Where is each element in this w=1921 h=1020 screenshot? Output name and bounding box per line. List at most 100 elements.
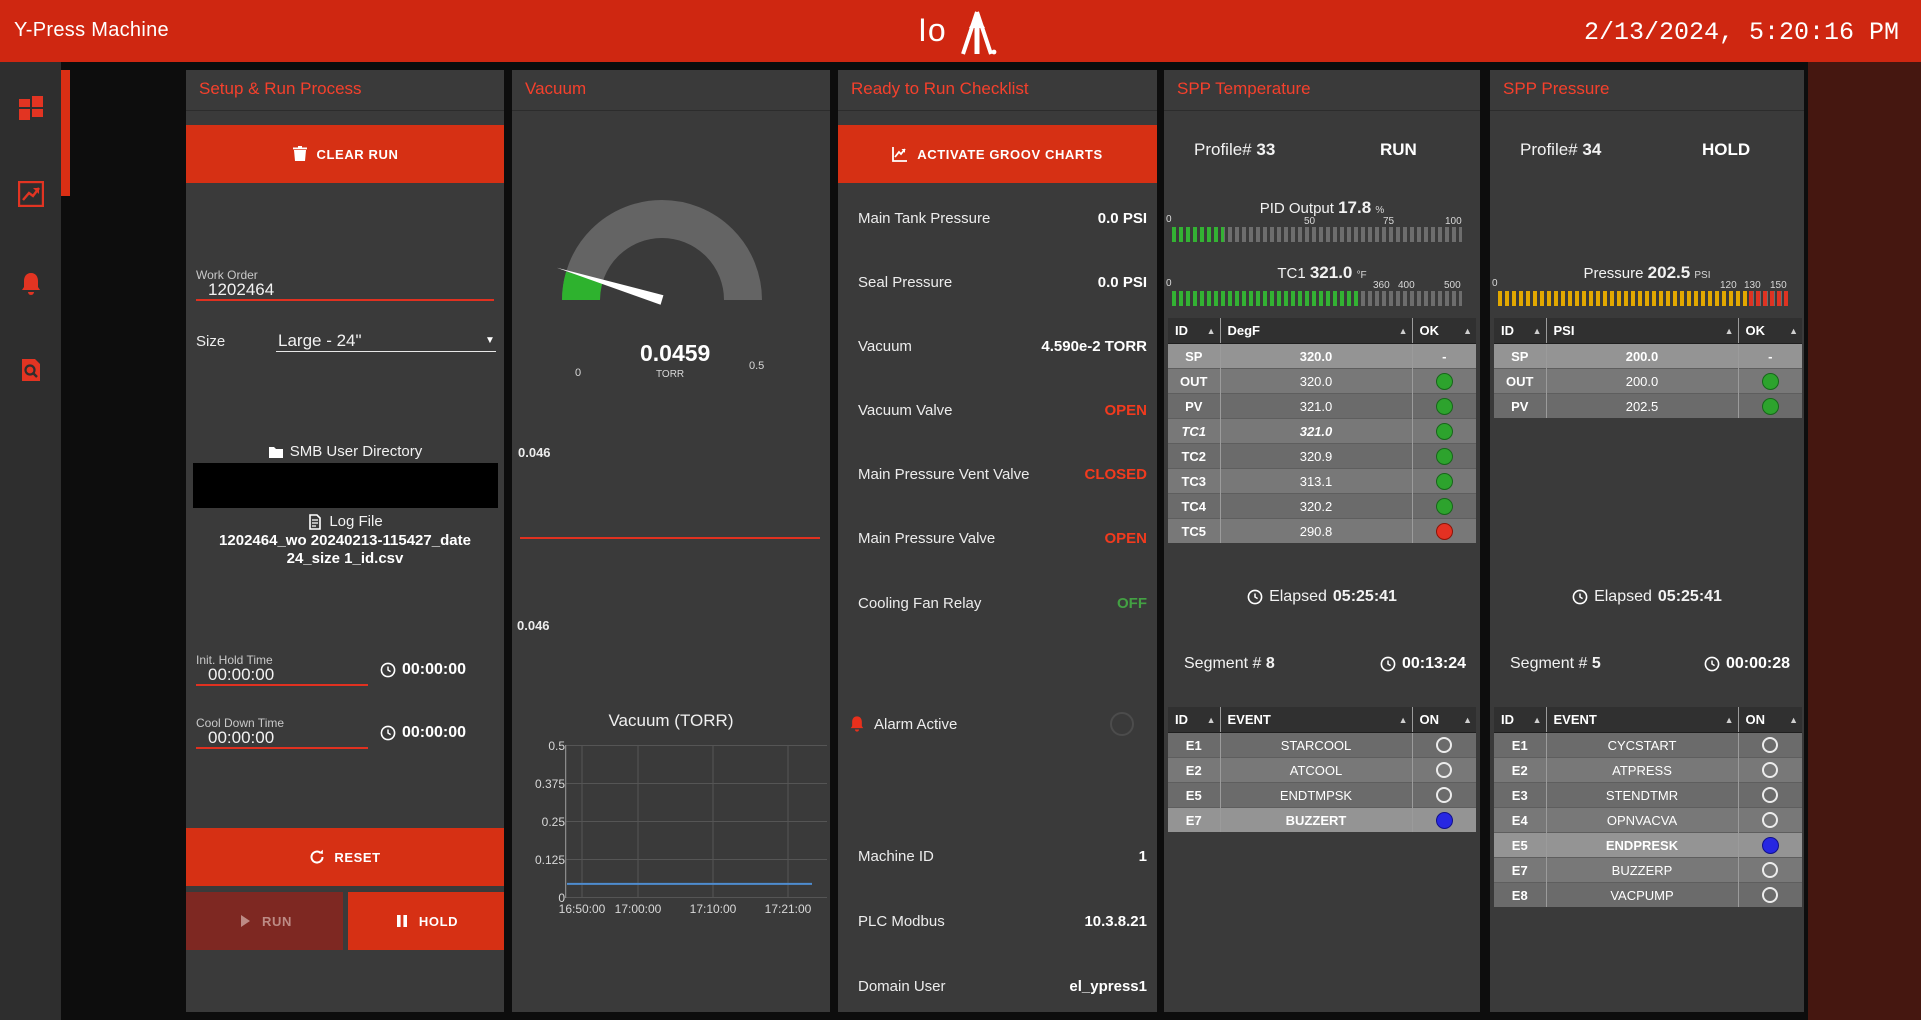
- panel-title: Ready to Run Checklist: [851, 79, 1029, 99]
- alarm-active-label: Alarm Active: [874, 716, 957, 733]
- table-header-row: ID▲ EVENT▲ ON▲: [1494, 707, 1802, 733]
- col-on: ON: [1746, 712, 1766, 727]
- segment-label: Segment #: [1510, 655, 1587, 672]
- info-label: Machine ID: [858, 848, 934, 865]
- pause-icon: [394, 913, 410, 929]
- sort-id[interactable]: ID▲: [1494, 707, 1546, 733]
- activate-groov-charts-button[interactable]: ACTIVATE GROOV CHARTS: [838, 125, 1157, 183]
- bar-tick: 0: [1492, 278, 1498, 289]
- event-row: E5ENDTMPSK: [1168, 783, 1476, 808]
- bar-tick: 50: [1304, 216, 1315, 227]
- pressure-value: 202.5: [1648, 263, 1691, 282]
- log-file-row: Log File: [186, 513, 504, 530]
- bar-tick: 130: [1744, 280, 1761, 291]
- sort-id[interactable]: ID▲: [1168, 707, 1220, 733]
- folder-icon: [268, 444, 284, 460]
- checklist-label: Main Tank Pressure: [858, 210, 990, 227]
- bar-tick: 0: [1166, 214, 1172, 225]
- play-icon: [237, 913, 253, 929]
- clock-icon: [1704, 656, 1720, 672]
- sort-ok[interactable]: OK▲: [1412, 318, 1476, 344]
- alarm-indicator[interactable]: [1110, 712, 1134, 736]
- tc1-value: 321.0: [1310, 263, 1353, 282]
- table-header-row: ID▲ EVENT▲ ON▲: [1168, 707, 1476, 733]
- col-event: EVENT: [1554, 712, 1597, 727]
- col-ok: OK: [1746, 323, 1766, 338]
- smb-directory-box[interactable]: [193, 463, 498, 508]
- sort-event[interactable]: EVENT▲: [1220, 707, 1412, 733]
- log-file-name: 1202464_wo 20240213-115427_date 24_size …: [217, 532, 473, 568]
- sort-degf[interactable]: DegF▲: [1220, 318, 1412, 344]
- sort-on[interactable]: ON▲: [1412, 707, 1476, 733]
- sort-on[interactable]: ON▲: [1738, 707, 1802, 733]
- size-select[interactable]: Large - 24": [278, 331, 362, 351]
- col-id: ID: [1501, 712, 1514, 727]
- init-hold-timer: 00:00:00: [380, 661, 466, 679]
- sort-id[interactable]: ID▲: [1494, 318, 1546, 344]
- sort-psi[interactable]: PSI▲: [1546, 318, 1738, 344]
- x-tick: 17:10:00: [678, 902, 748, 916]
- segment-time: 00:00:28: [1726, 655, 1790, 673]
- segment-row: Segment # 5: [1510, 655, 1601, 673]
- sort-ok[interactable]: OK▲: [1738, 318, 1802, 344]
- panel-checklist: Ready to Run Checklist ACTIVATE GROOV CH…: [838, 70, 1157, 1012]
- clock-icon: [1380, 656, 1396, 672]
- sidebar-item-trends[interactable]: [0, 166, 61, 222]
- table-row: OUT320.0: [1168, 369, 1476, 394]
- sort-id[interactable]: ID▲: [1168, 318, 1220, 344]
- table-row: PV202.5: [1494, 394, 1802, 419]
- info-value: 1: [1139, 848, 1147, 865]
- segment-row: Segment # 8: [1184, 655, 1275, 673]
- run-button[interactable]: RUN: [186, 892, 343, 950]
- vacuum-reading-bottom: 0.046: [517, 618, 550, 633]
- table-row: OUT200.0: [1494, 369, 1802, 394]
- event-row: E7BUZZERT: [1168, 808, 1476, 833]
- trend-chart-icon: [18, 181, 44, 207]
- col-id: ID: [1175, 712, 1188, 727]
- profile-label: Profile#: [1520, 140, 1578, 159]
- bar-tick: 100: [1445, 216, 1462, 227]
- work-order-input[interactable]: 1202464: [208, 280, 274, 300]
- panel-title: SPP Temperature: [1177, 79, 1311, 99]
- elapsed-label: Elapsed: [1269, 588, 1327, 606]
- activate-groov-charts-label: ACTIVATE GROOV CHARTS: [917, 147, 1102, 162]
- hold-button[interactable]: HOLD: [348, 892, 504, 950]
- hold-label: HOLD: [419, 914, 458, 929]
- reset-button[interactable]: RESET: [186, 828, 504, 886]
- checklist-label: Main Pressure Valve: [858, 530, 995, 547]
- bar-fill-alarm: [1749, 291, 1788, 306]
- clear-run-button[interactable]: CLEAR RUN: [186, 125, 504, 183]
- x-tick: 17:21:00: [753, 902, 823, 916]
- checklist-value: CLOSED: [1084, 466, 1147, 483]
- event-row: E3STENDTMR: [1494, 783, 1802, 808]
- sort-event[interactable]: EVENT▲: [1546, 707, 1738, 733]
- sidebar-item-log-viewer[interactable]: [0, 342, 61, 398]
- alarm-bell-icon: [848, 715, 866, 733]
- event-row: E1STARCOOL: [1168, 733, 1476, 758]
- col-ok: OK: [1420, 323, 1440, 338]
- vacuum-slider-line[interactable]: [520, 537, 820, 539]
- tc1-bar: [1172, 291, 1462, 306]
- size-label: Size: [196, 333, 225, 350]
- table-header-row: ID▲ PSI▲ OK▲: [1494, 318, 1802, 344]
- col-on: ON: [1420, 712, 1440, 727]
- panel-title: Setup & Run Process: [199, 79, 362, 99]
- document-search-icon: [18, 357, 44, 383]
- clear-run-label: CLEAR RUN: [317, 147, 399, 162]
- y-press-dashboard: Y-Press Machine Io 2/13/2024, 5:20:16 PM: [0, 0, 1921, 1020]
- init-hold-input[interactable]: 00:00:00: [208, 665, 274, 685]
- panel-title: Vacuum: [525, 79, 586, 99]
- divider: [186, 110, 504, 111]
- checklist-label: Vacuum Valve: [858, 402, 953, 419]
- pressure-table: ID▲ PSI▲ OK▲ SP200.0- OUT200.0 PV202.5: [1494, 318, 1802, 418]
- chevron-down-icon[interactable]: ▼: [485, 335, 495, 346]
- profile-label: Profile#: [1194, 140, 1252, 159]
- cool-down-input[interactable]: 00:00:00: [208, 728, 274, 748]
- table-row: TC3313.1: [1168, 469, 1476, 494]
- col-id: ID: [1175, 323, 1188, 338]
- pid-bar-label: PID Output 17.8 %: [1164, 198, 1480, 218]
- pid-label: PID Output: [1260, 200, 1334, 217]
- sidebar-item-alarms[interactable]: [0, 256, 61, 312]
- temperature-events-table: ID▲ EVENT▲ ON▲ E1STARCOOL E2ATCOOL E5END…: [1168, 707, 1476, 832]
- sidebar-item-dashboard[interactable]: [0, 80, 61, 136]
